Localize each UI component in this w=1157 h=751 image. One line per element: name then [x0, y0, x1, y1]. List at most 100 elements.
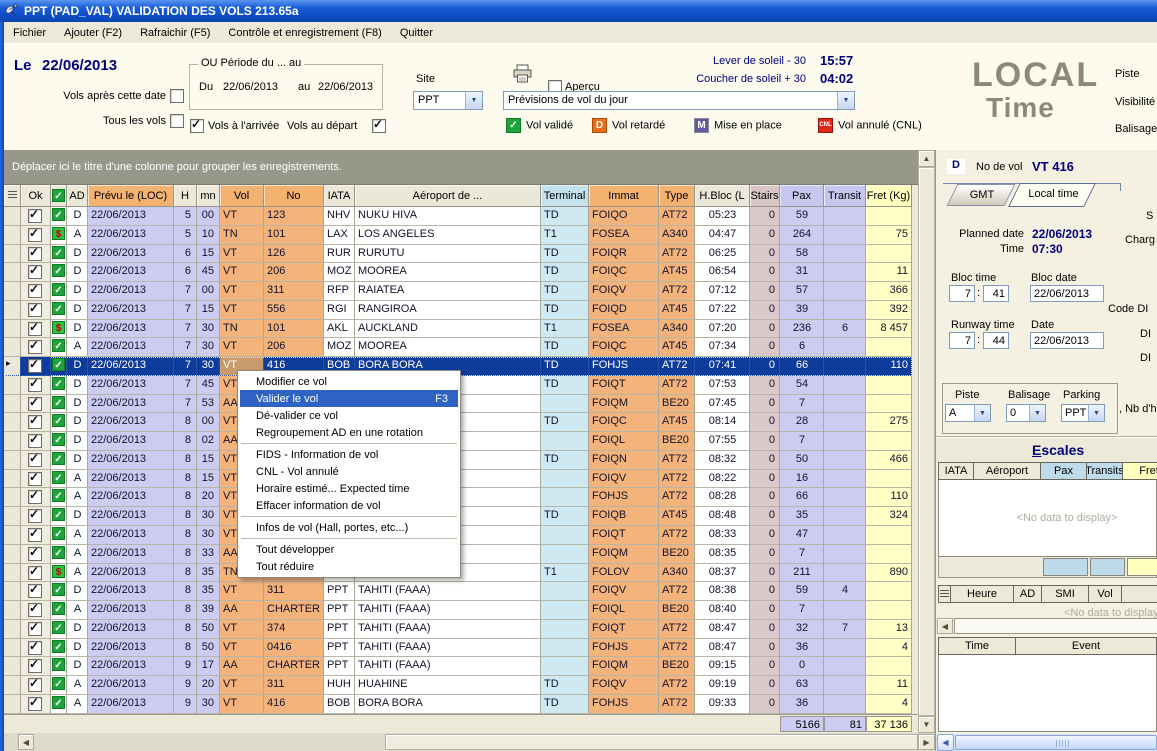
ok-checkbox[interactable] [28, 359, 42, 373]
ok-checkbox[interactable] [28, 378, 42, 392]
column-header-hbloc[interactable]: H.Bloc (L [695, 185, 750, 207]
column-header-immat[interactable]: Immat [589, 185, 659, 207]
flight-row[interactable]: ✓D22/06/2013850VT374PPTTAHITI (FAAA)FOIQ… [4, 620, 912, 639]
context-item-regroupement-ad-en-une-rotation[interactable]: Regroupement AD en une rotation [240, 424, 458, 441]
column-header-iata[interactable]: IATA [324, 185, 355, 207]
column-header-h[interactable]: H [174, 185, 197, 207]
column-header-term[interactable]: Terminal [541, 185, 589, 207]
column-header-pax[interactable]: Pax [780, 185, 824, 207]
menu-rafraichir-f5[interactable]: Rafraichir (F5) [131, 24, 219, 42]
context-item-effacer-information-de-vol[interactable]: Effacer information de vol [240, 497, 458, 514]
ok-checkbox[interactable] [28, 434, 42, 448]
ok-checkbox[interactable] [28, 584, 42, 598]
flight-row[interactable]: ✓D22/06/2013917AACHARTERPPTTAHITI (FAAA)… [4, 657, 912, 676]
horizontal-scrollbar[interactable]: ◀ ▶ [4, 733, 935, 751]
context-item-infos-de-vol-hall-portes-etc[interactable]: Infos de vol (Hall, portes, etc...) [240, 519, 458, 536]
column-header-stairs[interactable]: Stairs [750, 185, 780, 207]
column-header-mn[interactable]: mn [197, 185, 220, 207]
vertical-scrollbar[interactable]: ▲ ▼ [918, 150, 935, 733]
movements-head-col-5[interactable] [1122, 585, 1157, 603]
flight-row[interactable]: ✓A22/06/2013920VT311HUHHUAHINETDFOIQVAT7… [4, 676, 912, 695]
balisage-select[interactable]: 0 ▼ [1006, 404, 1046, 422]
chevron-down-icon[interactable]: ▼ [1029, 405, 1045, 421]
ok-checkbox[interactable] [28, 678, 42, 692]
menu-ajouter-f2[interactable]: Ajouter (F2) [55, 24, 131, 42]
column-header-date[interactable]: Prévu le (LOC) [88, 185, 174, 207]
scroll-right-icon[interactable]: ▶ [918, 734, 935, 750]
flight-row[interactable]: ✓A22/06/2013930VT416BOBBORA BORATDFOHJSA… [4, 695, 912, 714]
column-header-ok[interactable]: Ok [21, 185, 51, 207]
flight-row[interactable]: ✓D22/06/2013645VT206MOZMOOREATDFOIQCAT45… [4, 263, 912, 282]
column-header-ad[interactable]: AD [67, 185, 88, 207]
column-header-transit[interactable]: Transit [824, 185, 866, 207]
ok-checkbox[interactable] [28, 697, 42, 711]
context-item-d-valider-ce-vol[interactable]: Dé-valider ce vol [240, 407, 458, 424]
escales-head-col-4[interactable]: Fret [1123, 462, 1157, 480]
period-au-date[interactable]: 22/06/2013 [318, 81, 373, 93]
flight-row[interactable]: ✓D22/06/2013835VT311PPTTAHITI (FAAA)FOIQ… [4, 582, 912, 601]
column-header-fret[interactable]: Fret (Kg) [866, 185, 912, 207]
ok-checkbox[interactable] [28, 247, 42, 261]
context-item-horaire-estim-expected-time[interactable]: Horaire estimé... Expected time [240, 480, 458, 497]
column-header-airport[interactable]: Aéroport de ... [355, 185, 541, 207]
scroll-left-icon[interactable]: ◀ [937, 734, 954, 751]
ok-checkbox[interactable] [28, 340, 42, 354]
column-header-type[interactable]: Type [659, 185, 695, 207]
runway-hour-field[interactable] [949, 332, 975, 349]
flight-row[interactable]: ✓D22/06/2013700VT311RFPRAIATEATDFOIQVAT7… [4, 282, 912, 301]
events-scroll-thumb[interactable] [955, 735, 1157, 750]
flight-row[interactable]: ✓A22/06/2013839AACHARTERPPTTAHITI (FAAA)… [4, 601, 912, 620]
flight-row[interactable]: ✓D22/06/2013715VT556RGIRANGIROATDFOIQDAT… [4, 301, 912, 320]
chevron-down-icon[interactable]: ▼ [974, 405, 990, 421]
movements-head-col-0[interactable] [938, 585, 951, 603]
escales-title[interactable]: Escales [1032, 442, 1084, 458]
flight-row[interactable]: ✓A22/06/2013730VT206MOZMOOREATDFOIQCAT45… [4, 338, 912, 357]
ok-checkbox[interactable] [28, 472, 42, 486]
report-select[interactable]: Prévisions de vol du jour ▼ [503, 91, 855, 110]
bloc-hour-field[interactable] [949, 285, 975, 302]
ok-checkbox[interactable] [28, 415, 42, 429]
ok-checkbox[interactable] [28, 303, 42, 317]
print-icon[interactable] [512, 64, 533, 86]
escales-head-col-3[interactable]: Transits [1087, 462, 1123, 480]
column-header-no[interactable]: No [264, 185, 324, 207]
bloc-minute-field[interactable] [983, 285, 1009, 302]
ok-checkbox[interactable] [28, 397, 42, 411]
chevron-down-icon[interactable]: ▼ [1088, 405, 1104, 421]
scroll-left-icon[interactable]: ◀ [18, 734, 34, 750]
escales-head-col-2[interactable]: Pax [1041, 462, 1087, 480]
ok-checkbox[interactable] [28, 453, 42, 467]
ok-checkbox[interactable] [28, 228, 42, 242]
chevron-down-icon[interactable]: ▼ [837, 92, 854, 109]
tab-local-time[interactable]: Local time [1008, 183, 1096, 207]
ok-checkbox[interactable] [28, 566, 42, 580]
ok-checkbox[interactable] [28, 603, 42, 617]
ok-checkbox[interactable] [28, 284, 42, 298]
events-scrollbar[interactable]: ◀ [936, 734, 1157, 751]
menu-quitter[interactable]: Quitter [391, 24, 442, 42]
horizontal-scroll-thumb[interactable] [385, 734, 918, 750]
movements-scrollbar[interactable]: ◀ [936, 618, 1157, 634]
runway-minute-field[interactable] [983, 332, 1009, 349]
movements-head-col-4[interactable]: Vol [1089, 585, 1122, 603]
menu-contr-le-et-enregistrement-f8[interactable]: Contrôle et enregistrement (F8) [219, 24, 390, 42]
after-date-checkbox[interactable] [170, 89, 184, 103]
ok-checkbox[interactable] [28, 547, 42, 561]
piste-select[interactable]: A ▼ [945, 404, 991, 422]
ok-checkbox[interactable] [28, 641, 42, 655]
context-item-tout-d-velopper[interactable]: Tout développer [240, 541, 458, 558]
scroll-down-icon[interactable]: ▼ [918, 716, 935, 733]
escales-head-col-0[interactable]: IATA [938, 462, 974, 480]
scroll-up-icon[interactable]: ▲ [918, 150, 935, 167]
context-item-fids-information-de-vol[interactable]: FIDS - Information de vol [240, 446, 458, 463]
chevron-down-icon[interactable]: ▼ [465, 92, 482, 109]
events-head-col-0[interactable]: Time [938, 637, 1016, 655]
ok-checkbox[interactable] [28, 509, 42, 523]
group-by-band[interactable]: Déplacer ici le titre d'une colonne pour… [4, 150, 918, 185]
flight-row[interactable]: $A22/06/2013510TN101LAXLOS ANGELEST1FOSE… [4, 226, 912, 245]
ok-checkbox[interactable] [28, 322, 42, 336]
vertical-scroll-thumb[interactable] [918, 167, 935, 716]
escales-head-col-1[interactable]: Aéroport [974, 462, 1041, 480]
scroll-left-icon[interactable]: ◀ [937, 618, 953, 634]
flight-row[interactable]: ✓D22/06/2013850VT0416PPTTAHITI (FAAA)FOH… [4, 639, 912, 658]
